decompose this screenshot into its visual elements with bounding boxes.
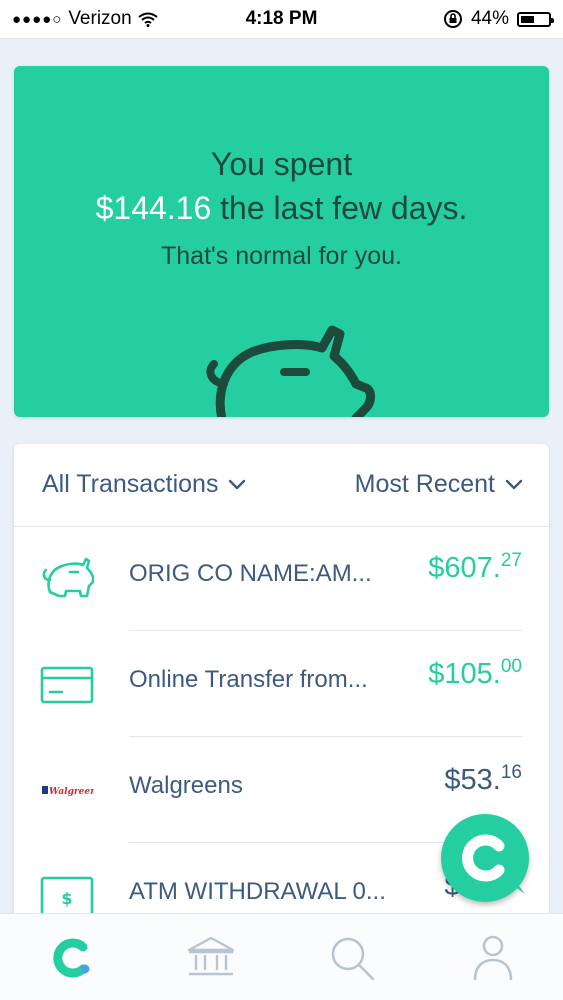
transaction-amount: $53.16	[444, 762, 522, 797]
chevron-down-icon	[229, 479, 246, 489]
transaction-amount-main: $105.	[428, 658, 501, 690]
piggy-bank-illustration	[206, 325, 375, 417]
chevron-down-icon	[505, 479, 523, 489]
tab-home[interactable]	[45, 932, 97, 984]
status-right: 44%	[443, 8, 554, 30]
chat-logo-icon	[462, 834, 525, 894]
tab-accounts[interactable]	[185, 932, 237, 984]
profile-icon	[473, 935, 513, 981]
transaction-amount-cents: 27	[500, 550, 522, 571]
rotation-lock-icon	[443, 10, 462, 28]
summary-amount: $144.16	[95, 190, 212, 226]
transaction-amount-main: $53.	[444, 764, 501, 796]
summary-subtitle: That's normal for you.	[161, 242, 402, 270]
search-icon	[331, 937, 375, 981]
tab-profile[interactable]	[467, 932, 519, 984]
summary-line2: $144.16 the last few days.	[14, 190, 549, 227]
tab-search[interactable]	[326, 932, 378, 984]
summary-line2-rest: the last few days.	[211, 190, 468, 226]
walgreens-logo: Walgreens	[42, 786, 94, 797]
transaction-amount-cents: 00	[500, 656, 522, 677]
transaction-row[interactable]: ORIG CO NAME:AM... $607.27	[14, 526, 549, 631]
card-icon	[40, 666, 94, 704]
transaction-name: ATM WITHDRAWAL 0...	[129, 878, 386, 905]
bottom-tab-bar	[0, 913, 563, 1000]
bank-icon	[187, 936, 235, 976]
svg-text:Walgreens: Walgreens	[49, 787, 94, 797]
row-divider	[129, 630, 522, 631]
transaction-type-dropdown[interactable]: All Transactions	[42, 470, 246, 499]
sort-order-dropdown[interactable]: Most Recent	[355, 470, 523, 499]
spending-summary-card: You spent $144.16 the last few days. Tha…	[14, 66, 549, 417]
home-logo-icon	[53, 938, 90, 978]
transaction-filters: All Transactions Most Recent	[14, 444, 549, 527]
row-divider	[129, 736, 522, 737]
transaction-amount: $105.00	[428, 656, 522, 691]
transaction-row[interactable]: Online Transfer from... $105.00	[14, 632, 549, 737]
transaction-amount-main: $607.	[428, 552, 501, 584]
svg-text:$: $	[61, 889, 72, 908]
piggy-bank-icon	[42, 557, 94, 598]
transaction-name: Online Transfer from...	[129, 666, 368, 693]
chat-button[interactable]	[441, 814, 529, 902]
battery-percent: 44%	[470, 8, 509, 29]
battery-icon	[517, 11, 554, 27]
sort-order-label: Most Recent	[354, 470, 495, 498]
transaction-type-label: All Transactions	[42, 470, 219, 498]
transaction-name: Walgreens	[129, 772, 243, 799]
transaction-name: ORIG CO NAME:AM...	[129, 560, 372, 587]
transaction-amount: $607.27	[428, 550, 522, 585]
transaction-amount-cents: 16	[500, 762, 522, 783]
status-bar: ●●●●○ Verizon 4:18 PM 44%	[0, 0, 563, 39]
summary-line1: You spent	[210, 146, 353, 182]
